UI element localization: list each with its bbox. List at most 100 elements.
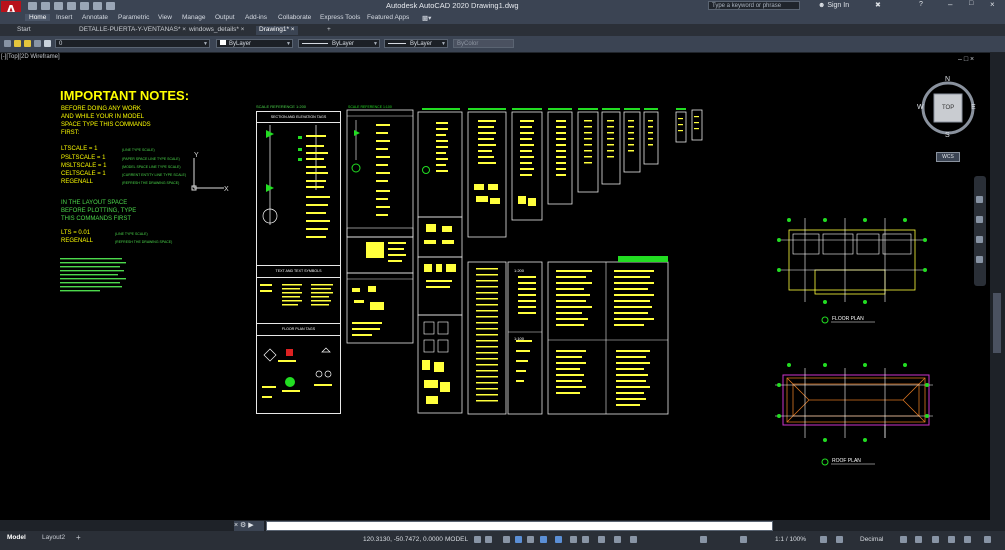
tab-featured-apps[interactable]: Featured Apps	[367, 14, 409, 21]
new-tab-icon[interactable]: +	[324, 26, 334, 35]
selection-cycling-icon[interactable]	[598, 536, 605, 543]
doc-tab-start[interactable]: Start	[14, 26, 34, 35]
wcs-menu[interactable]: WCS	[936, 152, 960, 162]
tab-view[interactable]: View	[158, 14, 172, 21]
quick-access-toolbar[interactable]	[26, 2, 117, 10]
linetype-dropdown[interactable]: ByLayer ▼	[298, 39, 380, 48]
viewcube-west[interactable]: W	[917, 104, 924, 111]
open-icon[interactable]	[41, 2, 50, 10]
viewcube-north[interactable]: N	[945, 76, 950, 83]
orbit-icon[interactable]	[976, 256, 983, 263]
roof-plan-label: ROOF PLAN	[832, 458, 861, 464]
ortho-icon[interactable]	[503, 536, 510, 543]
command-line-input[interactable]	[266, 521, 773, 531]
viewcube-east[interactable]: E	[971, 104, 976, 111]
color-dropdown[interactable]: ByLayer ▼	[216, 39, 293, 48]
viewcube-south[interactable]: S	[945, 132, 950, 139]
vertical-scrollbar[interactable]	[990, 53, 1005, 520]
command-regenall-2-desc: (REFRESH THE DRAWING SPACE)	[115, 240, 173, 244]
layout2-tab[interactable]: Layout2	[42, 534, 65, 541]
restore-icon[interactable]: □	[969, 0, 973, 7]
tab-parametric[interactable]: Parametric	[118, 14, 149, 21]
settings-gear-icon[interactable]	[820, 536, 827, 543]
add-icon[interactable]	[836, 536, 843, 543]
status-bar: Model Layout2 + 120.3130, -50.7472, 0.00…	[0, 531, 1005, 550]
viewcube-top-face[interactable]: TOP	[942, 105, 954, 111]
save-icon[interactable]	[54, 2, 63, 10]
template-graphics: SCALE REFERENCE 1:100 1:200 1:100	[260, 105, 703, 415]
help-icon[interactable]: ?	[919, 1, 923, 8]
search-input[interactable]: Type a keyword or phrase	[708, 1, 800, 10]
polar-icon[interactable]	[515, 536, 522, 543]
viewport-controls[interactable]: [-][Top][2D Wireframe]	[1, 54, 60, 60]
vertical-scroll-thumb[interactable]	[993, 293, 1001, 353]
sun-icon[interactable]	[24, 40, 31, 47]
add-layout-icon[interactable]: +	[76, 533, 81, 542]
tab-collaborate[interactable]: Collaborate	[278, 14, 311, 21]
sign-in-button[interactable]: ☻ Sign In	[818, 2, 849, 9]
color-swatch-icon	[220, 40, 226, 45]
tab-add-ins[interactable]: Add-ins	[245, 14, 267, 21]
lineweight-icon[interactable]	[570, 536, 577, 543]
undo-icon[interactable]	[93, 2, 102, 10]
doc-tab-windows-details[interactable]: windows_details* ×	[186, 26, 247, 35]
isolate-objects-icon[interactable]	[932, 536, 939, 543]
floor-plan-label: FLOOR PLAN	[832, 316, 864, 322]
full-navigation-wheel-icon[interactable]	[976, 196, 983, 203]
clean-screen-icon[interactable]	[964, 536, 971, 543]
bulb-icon[interactable]	[14, 40, 21, 47]
model-tab[interactable]: Model	[7, 534, 26, 541]
redo-icon[interactable]	[106, 2, 115, 10]
doc-tab-drawing1[interactable]: Drawing1* ×	[256, 26, 298, 35]
viewport-window-controls[interactable]: – □ ×	[958, 56, 974, 63]
tab-annotate[interactable]: Annotate	[82, 14, 108, 21]
tab-express-tools[interactable]: Express Tools	[320, 14, 360, 21]
customization-icon[interactable]	[984, 536, 991, 543]
quick-properties-icon[interactable]	[900, 536, 907, 543]
svg-text:SCALE REFERENCE 1:100: SCALE REFERENCE 1:100	[348, 105, 392, 109]
dynamic-ucs-icon[interactable]	[630, 536, 637, 543]
close-icon[interactable]: ×	[990, 0, 995, 9]
zoom-extents-icon[interactable]	[976, 236, 983, 243]
layer-properties-icon[interactable]	[4, 40, 11, 47]
command-line-controls[interactable]: × ⚙ ▶	[234, 521, 264, 531]
pan-icon[interactable]	[976, 216, 983, 223]
lock-ui-icon[interactable]	[915, 536, 922, 543]
object-snap-icon[interactable]	[555, 536, 562, 543]
tab-manage[interactable]: Manage	[182, 14, 206, 21]
viewcube[interactable]: TOP N S E W WCS	[917, 76, 978, 162]
object-snap-tracking-icon[interactable]	[540, 536, 547, 543]
tab-insert[interactable]: Insert	[56, 14, 72, 21]
workspace-switching-icon[interactable]	[740, 536, 747, 543]
grid-icon[interactable]	[474, 536, 481, 543]
layer-dropdown[interactable]: 0 ▼	[55, 39, 210, 48]
tab-output[interactable]: Output	[215, 14, 235, 21]
snap-icon[interactable]	[485, 536, 492, 543]
units-dropdown[interactable]: Decimal	[860, 536, 883, 543]
lineweight-dropdown[interactable]: ByLayer ▼	[384, 39, 448, 48]
minimize-icon[interactable]: –	[948, 0, 952, 9]
layer-color-icon[interactable]	[44, 40, 51, 47]
command-regenall-2: REGENALL	[61, 238, 94, 244]
ribbon-options-icon[interactable]: ▩▾	[422, 14, 431, 22]
model-space-toggle[interactable]: MODEL	[445, 536, 468, 543]
plot-icon[interactable]	[80, 2, 89, 10]
doc-tab-detalle[interactable]: DETALLE-PUERTA-Y-VENTANAS* ×	[76, 26, 189, 35]
annotation-scale[interactable]: 1:1 / 100%	[775, 536, 806, 543]
new-file-icon[interactable]	[28, 2, 37, 10]
annotation-visibility-icon[interactable]	[700, 536, 707, 543]
lock-icon[interactable]	[34, 40, 41, 47]
linetype-sample-icon	[302, 42, 328, 44]
tab-home[interactable]: Home	[25, 14, 51, 21]
navigation-bar[interactable]	[974, 176, 986, 286]
exchange-icon[interactable]: ✖	[875, 1, 881, 9]
coordinates-readout[interactable]: 120.3130, -50.7472, 0.0000	[363, 536, 443, 543]
3d-osnap-icon[interactable]	[614, 536, 621, 543]
thank-you-note-graphic	[60, 258, 126, 292]
isodraft-icon[interactable]	[527, 536, 534, 543]
command-ltscale-desc: (LINE TYPE SCALE)	[122, 148, 155, 152]
transparency-icon[interactable]	[582, 536, 589, 543]
command-regenall: REGENALL	[61, 179, 94, 185]
save-as-icon[interactable]	[67, 2, 76, 10]
graphics-performance-icon[interactable]	[948, 536, 955, 543]
